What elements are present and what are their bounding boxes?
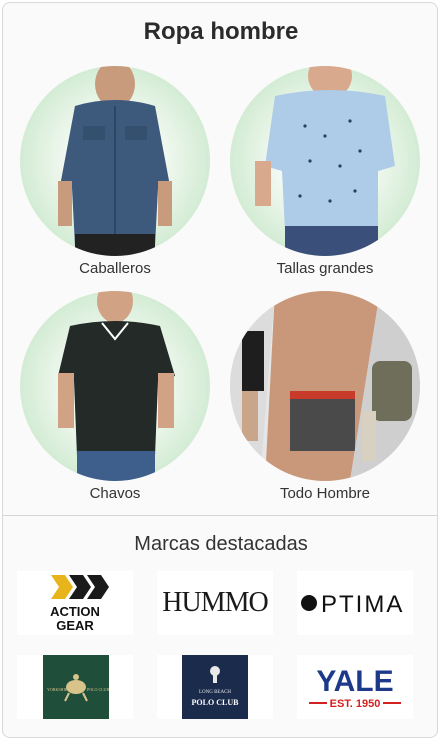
svg-text:YORKSHIRE: YORKSHIRE [47,687,70,692]
brand-hummo[interactable]: HUMMO [157,571,273,635]
svg-text:POLO CLUB: POLO CLUB [192,698,240,707]
brand-action-gear[interactable]: ACTION GEAR [17,571,133,635]
svg-text:EST. 1950: EST. 1950 [330,698,381,710]
svg-text:PTIMA: PTIMA [321,591,404,618]
todo-hombre-image [230,291,420,481]
svg-text:ACTION: ACTION [50,604,100,619]
category-label: Todo Hombre [279,485,371,502]
yale-logo: YALE EST. 1950 [309,665,401,710]
caballeros-image [20,66,210,256]
yorkshire-polo-logo: YORKSHIRE POLO CLUB [43,655,109,719]
category-label: Caballeros [79,260,151,277]
brand-optima[interactable]: PTIMA [297,571,413,635]
section-divider [3,515,437,516]
optima-logo: PTIMA [301,591,404,618]
svg-text:POLO CLUB: POLO CLUB [87,687,109,692]
page-title: Ropa hombre [143,18,299,45]
category-label: Chavos [89,485,141,502]
svg-text:LONG BEACH: LONG BEACH [199,690,231,695]
brand-yorkshire-polo-club[interactable]: YORKSHIRE POLO CLUB [17,655,133,719]
category-todo-hombre[interactable]: Todo Hombre [227,291,423,502]
tallas-grandes-image [230,66,420,256]
brand-yale[interactable]: YALE EST. 1950 [297,655,413,719]
brand-long-beach-polo-club[interactable]: LONG BEACH POLO CLUB [157,655,273,719]
category-label: Tallas grandes [276,260,374,277]
action-gear-logo: ACTION GEAR [50,575,109,633]
category-caballeros[interactable]: Caballeros [17,66,213,277]
category-chavos[interactable]: Chavos [17,291,213,502]
svg-text:GEAR: GEAR [56,618,94,633]
hummo-logo: HUMMO [162,587,269,618]
brands-title: Marcas destacadas [134,533,308,555]
svg-text:HUMMO: HUMMO [162,587,268,618]
chavos-image [20,291,210,481]
long-beach-polo-logo: LONG BEACH POLO CLUB [182,655,248,719]
category-tallas-grandes[interactable]: Tallas grandes [227,66,423,277]
svg-text:YALE: YALE [316,665,393,698]
